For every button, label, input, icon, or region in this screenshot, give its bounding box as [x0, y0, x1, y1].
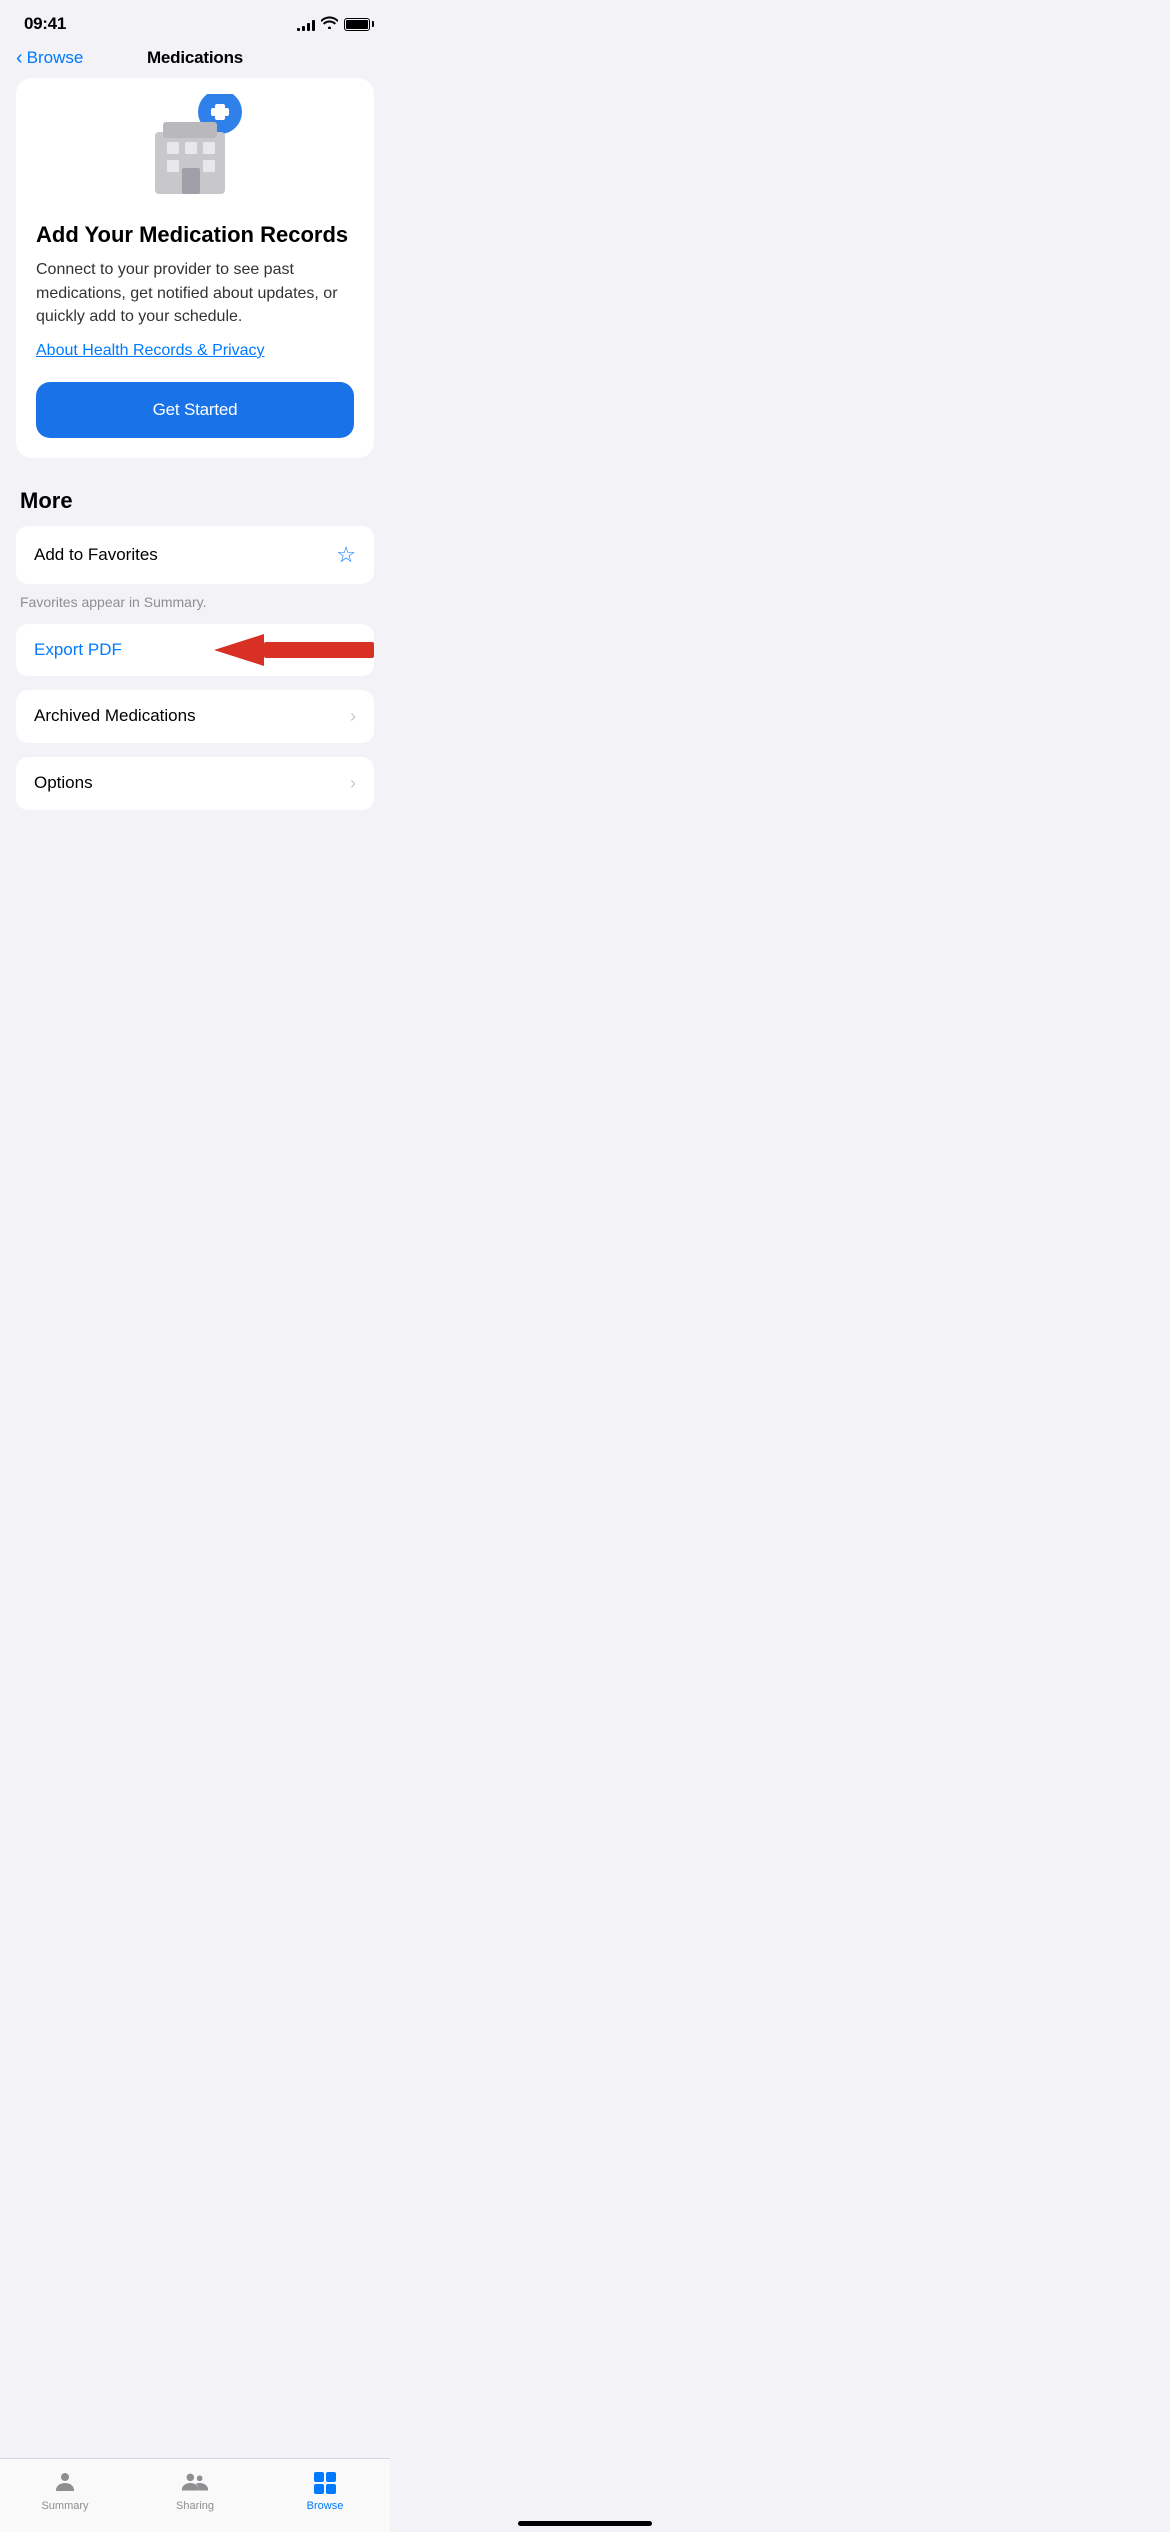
status-time: 09:41 — [24, 14, 66, 34]
back-button[interactable]: ‹ Browse — [16, 48, 83, 68]
tab-browse[interactable]: Browse — [260, 2469, 390, 2512]
export-pdf-container: Export PDF — [16, 624, 374, 676]
favorites-hint: Favorites appear in Summary. — [0, 588, 390, 624]
tab-sharing[interactable]: Sharing — [130, 2469, 260, 2512]
export-pdf-label: Export PDF — [34, 640, 122, 660]
browse-icon — [311, 2469, 339, 2497]
privacy-link[interactable]: About Health Records & Privacy — [36, 342, 354, 360]
options-item[interactable]: Options › — [16, 757, 374, 810]
browse-tab-label: Browse — [307, 2500, 344, 2512]
options-label: Options — [34, 773, 93, 793]
wifi-icon — [321, 16, 338, 32]
summary-tab-label: Summary — [41, 2500, 88, 2512]
battery-icon — [344, 18, 370, 31]
card-description: Connect to your provider to see past med… — [36, 258, 354, 328]
sharing-icon — [181, 2469, 209, 2497]
nav-bar: ‹ Browse Medications — [0, 40, 390, 78]
hospital-illustration — [36, 78, 354, 204]
page-title: Medications — [147, 48, 243, 68]
tab-summary[interactable]: Summary — [0, 2469, 130, 2512]
archived-chevron-icon: › — [350, 706, 356, 727]
summary-icon — [51, 2469, 79, 2497]
add-to-favorites-item[interactable]: Add to Favorites ☆ — [16, 526, 374, 584]
export-pdf-item[interactable]: Export PDF — [16, 624, 374, 676]
options-chevron-icon: › — [350, 773, 356, 794]
tab-bar: Summary Sharing Browse — [0, 2458, 390, 2532]
medication-records-card: Add Your Medication Records Connect to y… — [16, 78, 374, 458]
get-started-button[interactable]: Get Started — [36, 382, 354, 438]
archived-medications-label: Archived Medications — [34, 706, 196, 726]
sharing-tab-label: Sharing — [176, 2500, 214, 2512]
back-chevron-icon: ‹ — [16, 48, 23, 68]
more-section-header: More — [0, 478, 390, 526]
card-title: Add Your Medication Records — [36, 222, 354, 248]
back-label: Browse — [27, 48, 84, 68]
home-indicator — [518, 2521, 652, 2526]
archived-medications-item[interactable]: Archived Medications › — [16, 690, 374, 743]
status-bar: 09:41 — [0, 0, 390, 40]
favorites-label: Add to Favorites — [34, 545, 158, 565]
scroll-content: Add Your Medication Records Connect to y… — [0, 78, 390, 904]
status-icons — [297, 16, 370, 32]
star-icon: ☆ — [336, 542, 356, 568]
signal-icon — [297, 18, 315, 31]
